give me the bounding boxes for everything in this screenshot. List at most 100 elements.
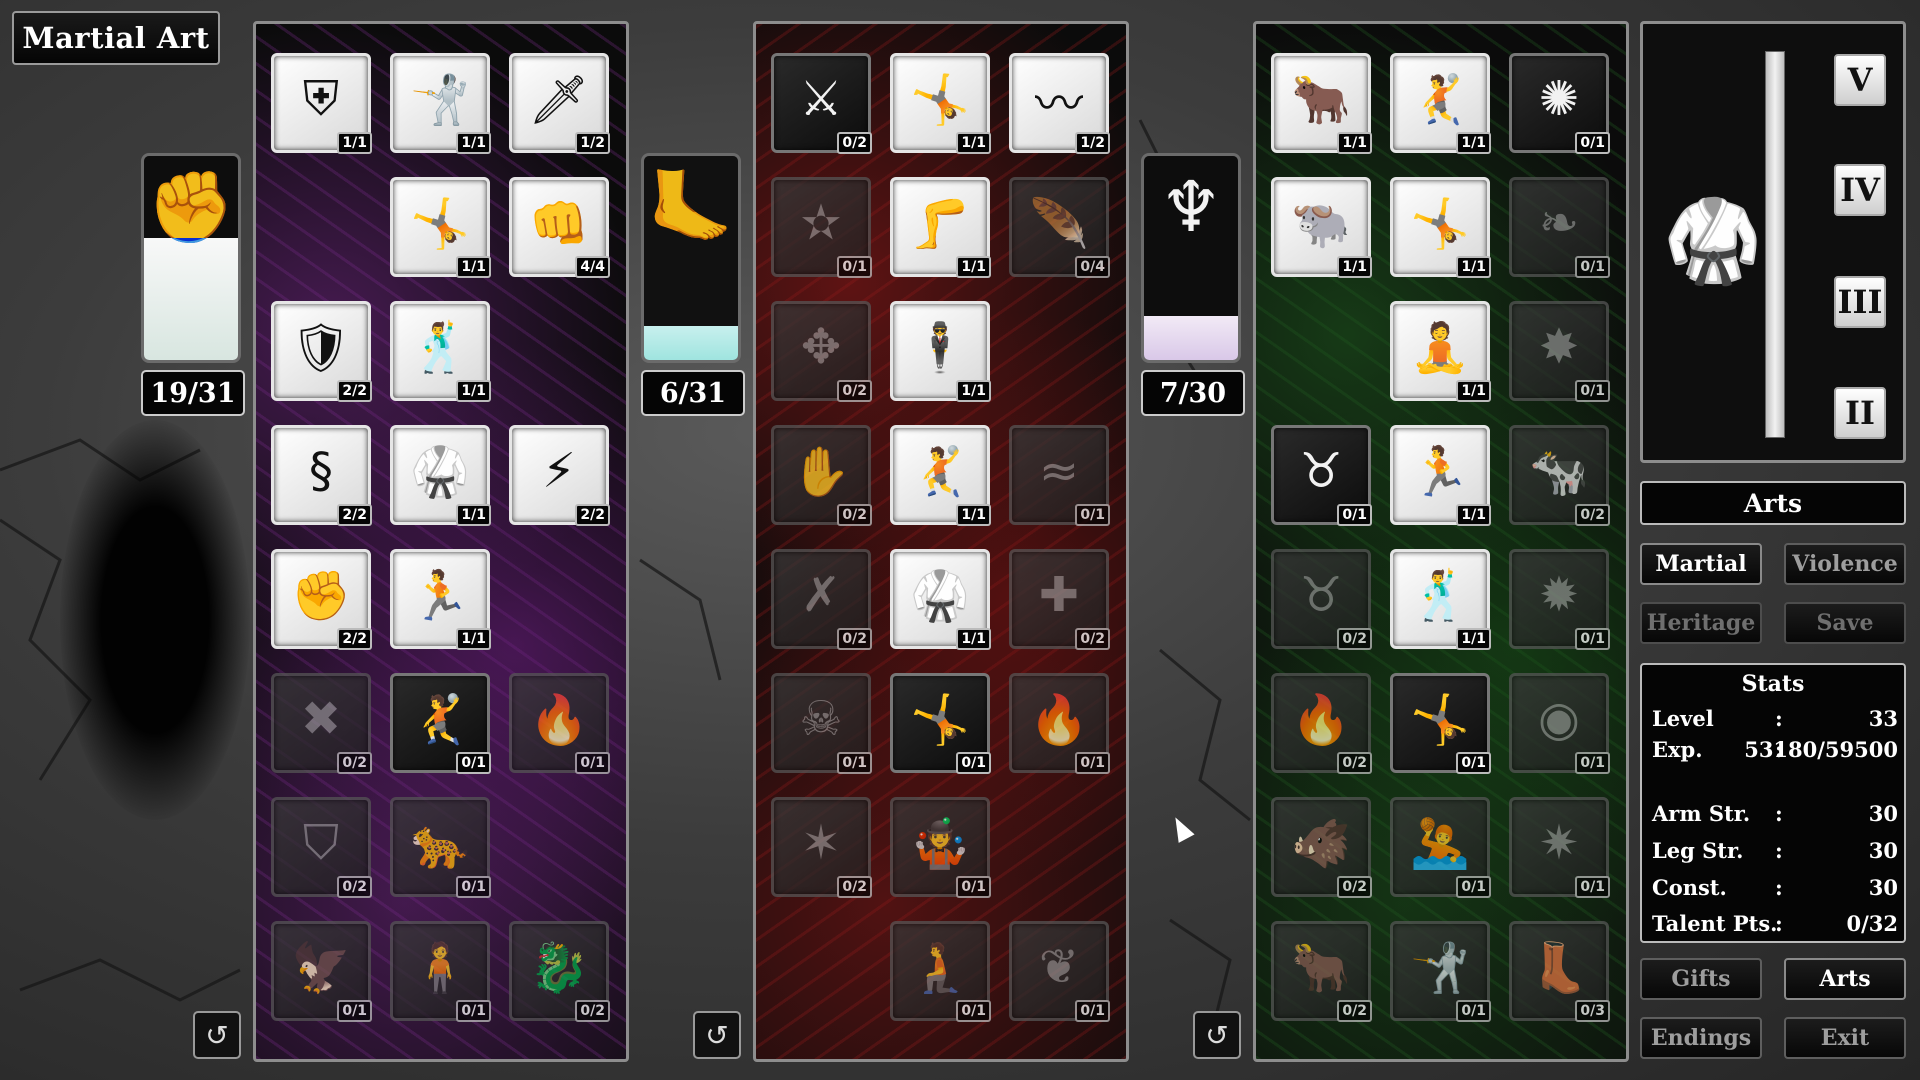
- skill-slot[interactable]: 🦅 0/1: [271, 921, 372, 1022]
- tier-button-iv[interactable]: IV: [1834, 164, 1886, 216]
- skill-slot[interactable]: ✸ 0/1: [1509, 301, 1610, 402]
- skill-slot[interactable]: ⚡ 2/2: [509, 425, 610, 526]
- reset-button-fist[interactable]: ↺: [193, 1011, 241, 1059]
- skill-slot[interactable]: 🤸 0/1: [1390, 673, 1491, 774]
- skill-slot[interactable]: 🦵 1/1: [890, 177, 991, 278]
- tab-martial[interactable]: Martial: [1640, 543, 1762, 585]
- skill-slot[interactable]: 🧍 0/1: [390, 921, 491, 1022]
- skill-slot[interactable]: ✊ 2/2: [271, 549, 372, 650]
- skill-slot[interactable]: ◉ 0/1: [1509, 673, 1610, 774]
- skill-slot[interactable]: 🤾 1/1: [1390, 53, 1491, 154]
- skill-slot[interactable]: 🤾 0/1: [390, 673, 491, 774]
- black-shield-icon: 🛡: [290, 319, 352, 376]
- gifts-button[interactable]: Gifts: [1640, 958, 1762, 1000]
- skill-slot[interactable]: 🐂 1/1: [1271, 53, 1372, 154]
- fighter-fall-icon: 🤺: [1410, 939, 1470, 996]
- dragon-flame-icon: 🐉: [529, 939, 589, 996]
- skill-slot[interactable]: 🥋 1/1: [890, 549, 991, 650]
- skill-slot[interactable]: 🐃 1/1: [1271, 177, 1372, 278]
- skill-slot[interactable]: 🤽 0/1: [1390, 797, 1491, 898]
- skill-slot[interactable]: 🤸 1/1: [890, 53, 991, 154]
- skill-slot[interactable]: 🐗 0/2: [1271, 797, 1372, 898]
- skill-slot[interactable]: 🐄 0/2: [1509, 425, 1610, 526]
- skill-slot[interactable]: ✋ 0/2: [771, 425, 872, 526]
- skill-slot[interactable]: 🕺 1/1: [1390, 549, 1491, 650]
- tier-button-iii[interactable]: III: [1834, 276, 1886, 328]
- skill-slot[interactable]: § 2/2: [271, 425, 372, 526]
- reset-button-horn[interactable]: ↺: [1193, 1011, 1241, 1059]
- skill-slot[interactable]: 🕺 1/1: [390, 301, 491, 402]
- skill-slot[interactable]: ✺ 0/1: [1509, 53, 1610, 154]
- endings-button[interactable]: Endings: [1640, 1017, 1762, 1059]
- skill-slot[interactable]: ❦ 0/1: [1009, 921, 1110, 1022]
- tab-heritage[interactable]: Heritage: [1640, 602, 1762, 644]
- skill-slot[interactable]: ♉ 0/2: [1271, 549, 1372, 650]
- burst-icon: ✺: [1538, 71, 1580, 127]
- arts-button[interactable]: Arts: [1784, 958, 1906, 1000]
- category-horn[interactable]: ♆: [1141, 153, 1241, 363]
- fighter-emblem-icon: 🥋: [1663, 194, 1763, 287]
- skill-slot[interactable]: ⛨ 1/1: [271, 53, 372, 154]
- skill-slot[interactable]: 👊 4/4: [509, 177, 610, 278]
- rear-icon: ◉: [1538, 691, 1580, 747]
- skill-slot[interactable]: 🗡 1/2: [509, 53, 610, 154]
- skill-slot[interactable]: ✹ 0/1: [1509, 549, 1610, 650]
- skill-slot[interactable]: 🔥 0/1: [1009, 673, 1110, 774]
- skill-count: 0/2: [1337, 628, 1372, 650]
- skill-slot[interactable]: ✶ 0/2: [771, 797, 872, 898]
- skill-slot[interactable]: ≈0/1: [1009, 425, 1110, 526]
- tab-violence[interactable]: Violence: [1784, 543, 1906, 585]
- skill-slot[interactable]: ✖ 0/2: [271, 673, 372, 774]
- category-fist[interactable]: ✊: [141, 153, 241, 363]
- tier-button-ii[interactable]: II: [1834, 387, 1886, 439]
- exit-button[interactable]: Exit: [1784, 1017, 1906, 1059]
- skill-count: 0/1: [1575, 628, 1610, 650]
- skill-slot[interactable]: 🛡 2/2: [271, 301, 372, 402]
- skill-slot[interactable]: ♉ 0/1: [1271, 425, 1372, 526]
- skill-slot[interactable]: 🤺 1/1: [390, 53, 491, 154]
- skill-slot[interactable]: 🤸 1/1: [1390, 177, 1491, 278]
- skill-slot[interactable]: ⚔ 0/2: [771, 53, 872, 154]
- skill-count: 1/1: [1337, 256, 1372, 278]
- skill-slot[interactable]: 🔥 0/1: [509, 673, 610, 774]
- tier-button-v[interactable]: V: [1834, 54, 1886, 106]
- skill-count: 1/1: [456, 132, 491, 154]
- skill-slot[interactable]: 🤾 1/1: [890, 425, 991, 526]
- skill-count: 1/1: [456, 628, 491, 650]
- skill-slot[interactable]: 🔥 0/2: [1271, 673, 1372, 774]
- skill-slot[interactable]: 🐉 0/2: [509, 921, 610, 1022]
- category-foot[interactable]: 🦶: [641, 153, 741, 363]
- skill-slot[interactable]: 🐂 0/2: [1271, 921, 1372, 1022]
- skill-slot[interactable]: ☠ 0/1: [771, 673, 872, 774]
- stars-hands-icon: ✶: [800, 815, 842, 871]
- skill-count: 0/2: [337, 876, 372, 898]
- skill-slot[interactable]: ⛉ 0/2: [271, 797, 372, 898]
- skill-slot[interactable]: 🤺 0/1: [1390, 921, 1491, 1022]
- save-button[interactable]: Save: [1784, 602, 1906, 644]
- skill-slot[interactable]: 🤹 0/1: [890, 797, 991, 898]
- skill-slot[interactable]: 〰 1/2: [1009, 53, 1110, 154]
- skill-slot[interactable]: 🏃 1/1: [390, 549, 491, 650]
- reset-button-foot[interactable]: ↺: [693, 1011, 741, 1059]
- skill-slot[interactable]: 🥋 1/1: [390, 425, 491, 526]
- stat-row-arm-str: Arm Str.:30: [1652, 801, 1898, 826]
- skill-slot[interactable]: 🤸 1/1: [390, 177, 491, 278]
- skill-slot[interactable]: ✥ 0/2: [771, 301, 872, 402]
- skill-slot[interactable]: 🕴 1/1: [890, 301, 991, 402]
- skill-slot[interactable]: 🧎 0/1: [890, 921, 991, 1022]
- skill-slot[interactable]: ❧ 0/1: [1509, 177, 1610, 278]
- skill-count: 0/2: [1337, 752, 1372, 774]
- shield-strike-icon: ⛉: [302, 814, 339, 871]
- skill-slot[interactable]: 🤸 0/1: [890, 673, 991, 774]
- skill-slot[interactable]: 🏃 1/1: [1390, 425, 1491, 526]
- skill-count: 0/4: [1075, 256, 1110, 278]
- skill-count: 0/1: [1456, 876, 1491, 898]
- skill-slot[interactable]: ✫ 0/1: [771, 177, 872, 278]
- skill-slot[interactable]: 🧘 1/1: [1390, 301, 1491, 402]
- skill-slot[interactable]: 🐆 0/1: [390, 797, 491, 898]
- skill-slot[interactable]: ✗ 0/2: [771, 549, 872, 650]
- skill-slot[interactable]: 👢 0/3: [1509, 921, 1610, 1022]
- skill-slot[interactable]: ✚ 0/2: [1009, 549, 1110, 650]
- skill-slot[interactable]: 🪶 0/4: [1009, 177, 1110, 278]
- skill-slot[interactable]: ✷ 0/1: [1509, 797, 1610, 898]
